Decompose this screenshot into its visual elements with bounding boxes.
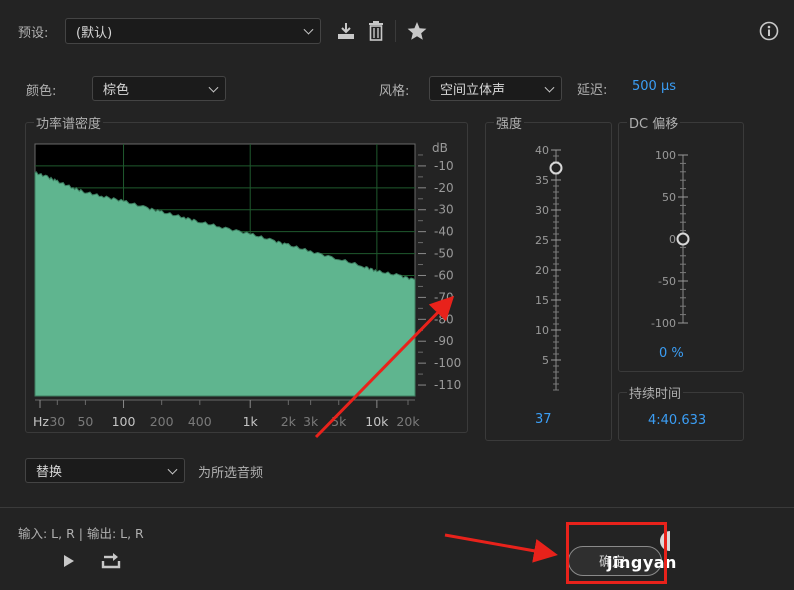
- io-routing-label: 输入: L, R | 输出: L, R: [18, 526, 144, 541]
- chevron-down-icon: [303, 24, 314, 35]
- download-icon[interactable]: [335, 20, 357, 42]
- delay-value[interactable]: 500 µs: [632, 79, 676, 94]
- db-tick-label: -20: [434, 181, 454, 195]
- dc-offset-title: DC 偏移: [627, 113, 681, 132]
- freq-tick-label: 100: [112, 414, 136, 429]
- duration-value[interactable]: 4:40.633: [648, 413, 706, 428]
- freq-tick-label-minor: 3k: [303, 414, 319, 429]
- dc-offset-tick-label: 0: [669, 233, 676, 246]
- freq-tick-label: Hz: [33, 414, 49, 429]
- color-label: 颜色:: [26, 84, 57, 99]
- db-tick-label: -40: [434, 225, 454, 239]
- freq-tick-label-minor: 2k: [281, 414, 297, 429]
- db-tick-label: -80: [434, 312, 454, 326]
- freq-tick-label-minor: 50: [77, 414, 93, 429]
- psd-title: 功率谱密度: [34, 113, 104, 132]
- preset-dropdown[interactable]: (默认): [65, 18, 321, 44]
- chevron-down-icon: [208, 82, 219, 93]
- db-tick-label: -60: [434, 268, 454, 282]
- db-tick-label: -30: [434, 203, 454, 217]
- intensity-tick-label: 15: [535, 294, 549, 307]
- loop-icon[interactable]: [100, 551, 122, 571]
- intensity-tick-label: 30: [535, 204, 549, 217]
- mode-suffix-label: 为所选音频: [198, 466, 264, 481]
- duration-title: 持续时间: [627, 383, 684, 402]
- db-tick-label: -100: [434, 356, 461, 370]
- mode-dropdown[interactable]: 替换: [25, 458, 185, 483]
- toolbar-divider: [395, 20, 396, 42]
- intensity-tick-label: 35: [535, 174, 549, 187]
- freq-tick-label: 1k: [243, 414, 259, 429]
- db-tick-label: -10: [434, 159, 454, 173]
- freq-tick-label-minor: 400: [188, 414, 212, 429]
- chevron-down-icon: [167, 464, 178, 475]
- preset-label: 预设:: [18, 26, 49, 41]
- star-icon[interactable]: [406, 20, 428, 42]
- dc-offset-slider[interactable]: 100 50 0 -50 -100: [640, 145, 710, 335]
- intensity-slider[interactable]: 40 35 30 25 20 15 10 5: [520, 140, 590, 400]
- dc-offset-tick-label: 100: [655, 149, 676, 162]
- mode-value: 替换: [36, 465, 63, 480]
- intensity-title: 强度: [494, 113, 525, 132]
- db-tick-label: -90: [434, 334, 454, 348]
- intensity-thumb[interactable]: [549, 161, 563, 175]
- dc-offset-tick-label: -50: [658, 275, 676, 288]
- style-label: 风格:: [379, 84, 410, 99]
- intensity-tick-label: 20: [535, 264, 549, 277]
- intensity-value[interactable]: 37: [535, 412, 552, 427]
- db-tick-label: -70: [434, 290, 454, 304]
- delay-label: 延迟:: [577, 83, 608, 98]
- dc-offset-tick-label: 50: [662, 191, 676, 204]
- info-icon[interactable]: [759, 21, 779, 41]
- intensity-tick-label: 40: [535, 144, 549, 157]
- intensity-tick-label: 25: [535, 234, 549, 247]
- freq-tick-label-minor: 30: [49, 414, 65, 429]
- freq-tick-label-minor: 20k: [396, 414, 420, 429]
- annotation-highlight-box: [566, 522, 667, 584]
- style-dropdown[interactable]: 空间立体声: [429, 76, 562, 101]
- dc-offset-value[interactable]: 0 %: [659, 346, 684, 361]
- preset-value: (默认): [76, 25, 113, 41]
- trash-icon[interactable]: [366, 20, 386, 42]
- footer-divider: [0, 507, 794, 508]
- annotation-arrow-ok: [444, 533, 558, 563]
- dc-offset-tick-label: -100: [651, 317, 676, 330]
- dc-offset-thumb[interactable]: [676, 232, 690, 246]
- color-dropdown[interactable]: 棕色: [92, 76, 226, 101]
- db-unit-label: dB: [432, 141, 448, 155]
- freq-tick-label-minor: 5k: [331, 414, 347, 429]
- intensity-tick-label: 5: [542, 354, 549, 367]
- psd-chart: -10 -20 -30 -40 -50 -60 -70 -80 -90 -100 -110 dB H…: [33, 141, 461, 429]
- chevron-down-icon: [544, 82, 555, 93]
- style-value: 空间立体声: [440, 83, 506, 98]
- intensity-tick-label: 10: [535, 324, 549, 337]
- db-tick-label: -110: [434, 378, 461, 392]
- play-icon[interactable]: [61, 553, 77, 569]
- freq-tick-label: 10k: [365, 414, 389, 429]
- color-value: 棕色: [103, 83, 130, 98]
- db-tick-label: -50: [434, 247, 454, 261]
- freq-tick-label-minor: 200: [150, 414, 174, 429]
